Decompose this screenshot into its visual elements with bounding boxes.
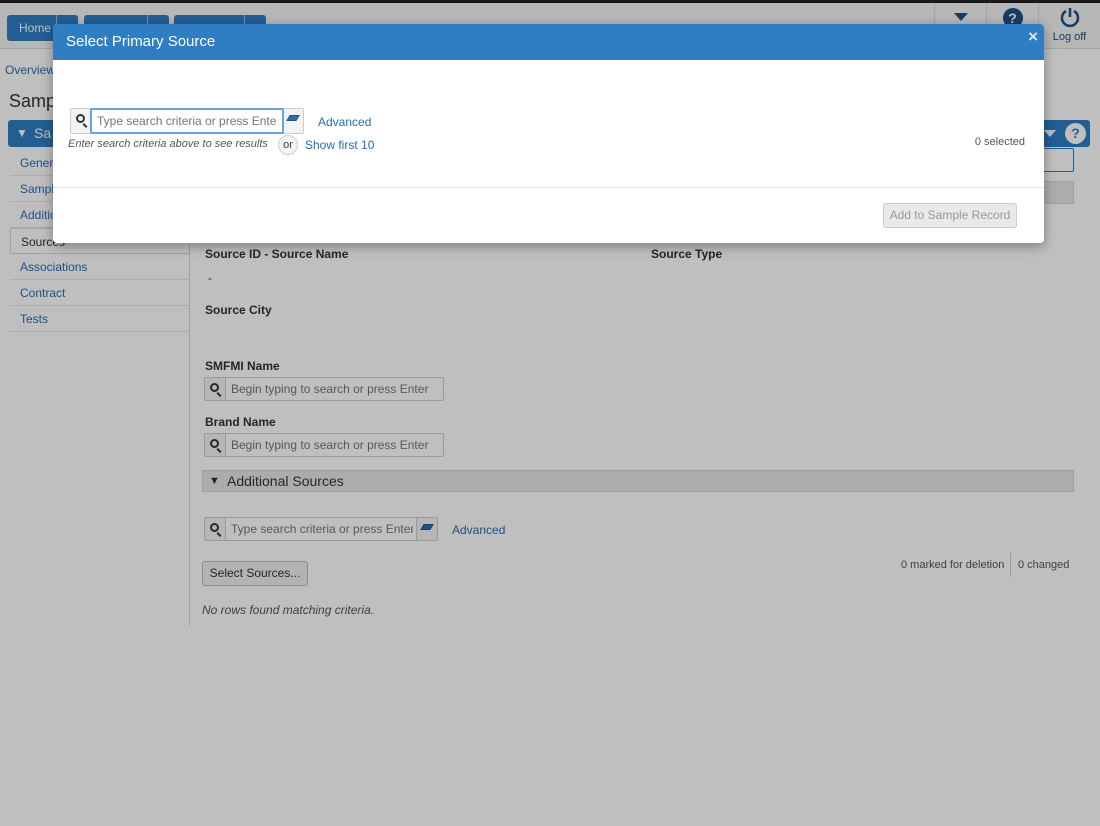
dialog-footer-divider bbox=[53, 187, 1044, 188]
dialog-title: Select Primary Source bbox=[66, 33, 216, 50]
search-icon bbox=[71, 109, 92, 133]
primary-source-search-input[interactable] bbox=[92, 110, 282, 132]
dialog-header: Select Primary Source × bbox=[53, 24, 1044, 60]
primary-source-search-focus-ring bbox=[90, 108, 284, 134]
selected-count: 0 selected bbox=[974, 136, 1025, 148]
search-hint-text: Enter search criteria above to see resul… bbox=[68, 138, 268, 150]
select-primary-source-dialog: Select Primary Source × Advanced Enter s… bbox=[53, 24, 1044, 243]
show-first-10-link[interactable]: Show first 10 bbox=[305, 138, 374, 152]
clear-search-icon[interactable] bbox=[282, 109, 303, 133]
close-icon[interactable]: × bbox=[1028, 28, 1038, 45]
or-badge: or bbox=[278, 135, 298, 155]
advanced-search-link[interactable]: Advanced bbox=[318, 115, 371, 129]
add-to-sample-record-button[interactable]: Add to Sample Record bbox=[883, 203, 1017, 228]
